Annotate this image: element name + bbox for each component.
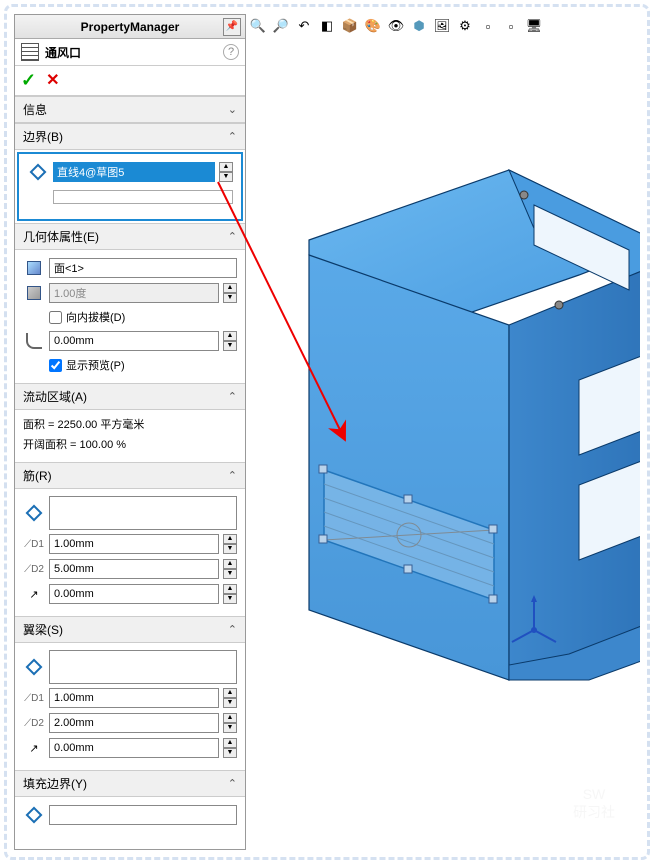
rib-d1[interactable]	[49, 534, 219, 554]
diamond-icon	[23, 502, 45, 524]
chevron-down-icon: ⌄	[228, 103, 237, 116]
rib-d2[interactable]	[49, 559, 219, 579]
chevron-up-icon: ⌃	[228, 390, 237, 403]
radius-icon	[23, 330, 45, 352]
chevron-up-icon: ⌃	[228, 469, 237, 482]
section-rib[interactable]: 筋(R) ⌃	[15, 462, 245, 489]
spinner[interactable]: ▲▼	[223, 688, 237, 708]
confirm-row: ✓ ✕	[15, 66, 245, 96]
offset-icon: ↗	[23, 583, 45, 605]
v2-icon[interactable]: ▫	[501, 16, 521, 36]
panel-title: PropertyManager 📌	[15, 15, 245, 39]
spinner[interactable]: ▲▼	[223, 713, 237, 733]
section-view-icon[interactable]: ◧	[317, 16, 337, 36]
section-flow[interactable]: 流动区域(A) ⌃	[15, 383, 245, 410]
zoom-area-icon[interactable]: 🔎	[271, 16, 291, 36]
rib-off[interactable]	[49, 584, 219, 604]
graphics-viewport[interactable]	[248, 40, 640, 850]
spinner[interactable]: ▲▼	[223, 584, 237, 604]
heads-up-toolbar: 🔍 🔎 ↶ ◧ 📦 🎨 👁 ⬢ 🖼 ⚙ ▫ ▫ 🖥	[248, 14, 544, 38]
zoom-fit-icon[interactable]: 🔍	[248, 16, 268, 36]
section-label: 流动区域(A)	[23, 388, 87, 405]
draft-inward-check[interactable]: 向内拔模(D)	[49, 307, 237, 327]
face-icon	[23, 257, 45, 279]
section-fill[interactable]: 填充边界(Y) ⌃	[15, 770, 245, 797]
d2-icon: ⟋D2	[23, 712, 45, 734]
section-boundary[interactable]: 边界(B) ⌃	[15, 123, 245, 150]
face-input[interactable]	[49, 258, 237, 278]
hide-show-icon[interactable]: 👁	[386, 16, 406, 36]
spar-off[interactable]	[49, 738, 219, 758]
spar-d1[interactable]	[49, 688, 219, 708]
flow-area: 面积 = 2250.00 平方毫米	[23, 414, 237, 434]
preview-check[interactable]: 显示预览(P)	[49, 355, 237, 375]
diamond-icon	[27, 161, 49, 183]
spinner[interactable]: ▲▼	[223, 559, 237, 579]
property-manager-panel: PropertyManager 📌 通风口 ? ✓ ✕ 信息 ⌄ 边界(B) ⌃…	[14, 14, 246, 850]
boundary-selection[interactable]: 直线4@草图5	[53, 162, 215, 182]
watermark: SW 研习社	[559, 769, 629, 839]
chevron-up-icon: ⌃	[228, 623, 237, 636]
ok-button[interactable]: ✓	[21, 70, 36, 91]
section-label: 翼梁(S)	[23, 621, 63, 638]
d2-icon: ⟋D2	[23, 558, 45, 580]
section-spar[interactable]: 翼梁(S) ⌃	[15, 616, 245, 643]
angle-input	[49, 283, 219, 303]
v3-icon[interactable]: 🖥	[524, 16, 544, 36]
section-label: 信息	[23, 101, 47, 118]
help-icon[interactable]: ?	[223, 44, 239, 60]
diamond-icon	[23, 656, 45, 678]
chevron-up-icon: ⌃	[228, 230, 237, 243]
v1-icon[interactable]: ▫	[478, 16, 498, 36]
apply-scene-icon[interactable]: 🖼	[432, 16, 452, 36]
list-nav[interactable]: ▲▼	[219, 162, 233, 182]
section-geometry[interactable]: 几何体属性(E) ⌃	[15, 223, 245, 250]
section-label: 边界(B)	[23, 128, 63, 145]
cancel-button[interactable]: ✕	[46, 70, 59, 91]
section-label: 填充边界(Y)	[23, 775, 87, 792]
panel-title-text: PropertyManager	[81, 20, 180, 34]
spar-d2[interactable]	[49, 713, 219, 733]
spinner[interactable]: ▲▼	[223, 283, 237, 303]
section-info[interactable]: 信息 ⌄	[15, 96, 245, 123]
diamond-icon	[23, 804, 45, 826]
offset-icon: ↗	[23, 737, 45, 759]
section-label: 几何体属性(E)	[23, 228, 99, 245]
fill-select[interactable]	[49, 805, 237, 825]
edit-appear-icon[interactable]: ⬢	[409, 16, 429, 36]
radius-input[interactable]	[49, 331, 219, 351]
d1-icon: ⟋D1	[23, 533, 45, 555]
display-style-icon[interactable]: 🎨	[363, 16, 383, 36]
view-orient-icon[interactable]: 📦	[340, 16, 360, 36]
draft-icon	[23, 282, 45, 304]
d1-icon: ⟋D1	[23, 687, 45, 709]
flow-open: 开阔面积 = 100.00 %	[23, 434, 237, 454]
spinner[interactable]: ▲▼	[223, 534, 237, 554]
spinner[interactable]: ▲▼	[223, 331, 237, 351]
feature-header: 通风口 ?	[15, 39, 245, 66]
feature-name: 通风口	[45, 44, 81, 61]
pushpin-icon[interactable]: 📌	[223, 18, 241, 36]
rib-select[interactable]	[49, 496, 237, 530]
vent-icon	[21, 43, 39, 61]
spinner[interactable]: ▲▼	[223, 738, 237, 758]
prev-view-icon[interactable]: ↶	[294, 16, 314, 36]
chevron-up-icon: ⌃	[228, 777, 237, 790]
model-svg	[248, 40, 640, 850]
spar-select[interactable]	[49, 650, 237, 684]
chevron-up-icon: ⌃	[228, 130, 237, 143]
section-label: 筋(R)	[23, 467, 52, 484]
view-settings-icon[interactable]: ⚙	[455, 16, 475, 36]
panel-scroll[interactable]: 信息 ⌄ 边界(B) ⌃ 直线4@草图5 ▲▼ 几何体属性(E) ⌃	[15, 96, 245, 849]
